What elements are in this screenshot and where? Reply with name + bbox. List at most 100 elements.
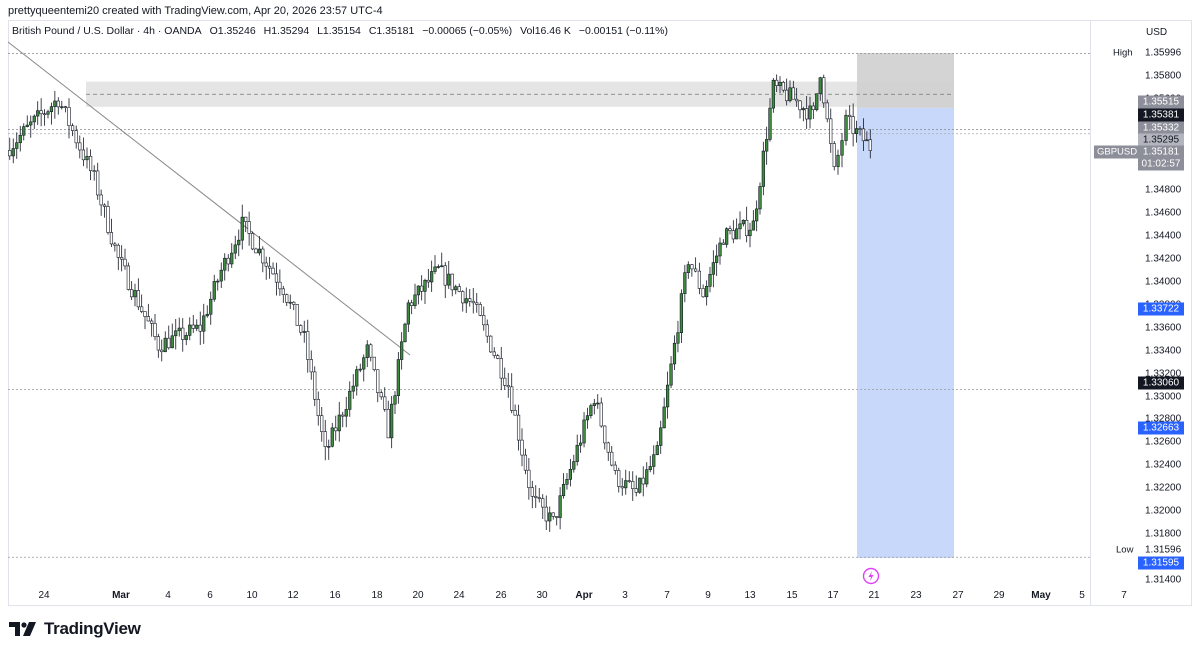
candle-body (156, 336, 160, 351)
price-tick-label: 1.33400 (1145, 345, 1182, 357)
time-tick-label: 7 (1121, 590, 1127, 601)
candle (745, 206, 749, 243)
candle (641, 466, 645, 497)
time-tick-label: 29 (993, 590, 1005, 601)
candle (403, 322, 407, 343)
tradingview-logo[interactable]: TradingView (9, 619, 141, 639)
candle-body (705, 285, 709, 298)
candle-body (237, 239, 241, 246)
candle (99, 189, 103, 216)
candle-body (457, 286, 461, 292)
candle (603, 425, 607, 450)
candle (63, 105, 67, 113)
candle (832, 141, 836, 171)
candle (765, 126, 769, 165)
candle-body (205, 313, 209, 317)
time-axis[interactable]: 24 Mar 4 6 10 12 16 18 20 24 26 30 Apr 3 7 9 13 15 17 21 23 2… (8, 590, 1126, 604)
currency-label[interactable]: USD (1146, 27, 1167, 38)
candle-body (344, 409, 348, 417)
volume-change-value: −0.00151 (−0.11%) (578, 25, 668, 37)
candle (672, 335, 677, 370)
candle (341, 411, 345, 428)
candle-body (67, 107, 71, 127)
candle (400, 332, 404, 370)
candle (146, 303, 150, 322)
candle-body (822, 77, 826, 104)
candle (393, 391, 397, 414)
candle-body (53, 100, 57, 107)
candle-body (153, 323, 157, 337)
candle-body (150, 320, 154, 324)
candle (344, 396, 348, 428)
candle (160, 339, 164, 362)
candle (163, 331, 167, 353)
candle-body (443, 265, 447, 286)
candle (413, 283, 417, 309)
price-tick-label: 1.31800 (1145, 528, 1182, 540)
candle-body (372, 356, 376, 371)
candle (71, 123, 75, 137)
candle (230, 243, 234, 268)
price-tick-label: 1.33000 (1145, 391, 1182, 402)
candle-body (718, 242, 722, 257)
candle-body (582, 419, 586, 444)
candle (85, 147, 89, 169)
candle (133, 283, 137, 307)
price-tick-label: 1.34000 (1145, 276, 1182, 288)
candle-body (49, 106, 54, 112)
price-tick-label: 1.34600 (1145, 207, 1182, 219)
candle (120, 245, 124, 272)
candle (606, 441, 610, 461)
candle-body (198, 324, 202, 332)
candle (306, 319, 310, 373)
candle-body (327, 445, 331, 448)
candle (323, 420, 327, 461)
candle (247, 211, 251, 246)
candle-body (271, 267, 275, 275)
candle (316, 391, 320, 426)
candle-body (376, 369, 380, 393)
lightning-icon[interactable] (862, 567, 880, 585)
candle-body (430, 271, 434, 283)
candle-body (316, 398, 320, 416)
candle (523, 448, 528, 475)
candle-body (32, 115, 36, 123)
candle-body (11, 148, 15, 157)
candle-body (606, 442, 610, 453)
candle-body (247, 221, 251, 234)
candle-body (825, 102, 829, 120)
change-value: −0.00065 (−0.05%) (422, 25, 513, 37)
candle-body (666, 384, 670, 408)
candle (634, 475, 638, 497)
candle-body (544, 506, 548, 522)
candle (32, 114, 36, 129)
candle-body (219, 269, 223, 282)
candle (638, 477, 642, 494)
candle (610, 445, 614, 467)
horizontal-line-tag: 1.33060 (1138, 376, 1184, 390)
candle (558, 487, 562, 530)
candle-body (99, 194, 103, 206)
candle (295, 304, 299, 326)
candle-body (133, 290, 137, 298)
candle-body (585, 415, 590, 421)
candle (167, 325, 171, 350)
candle-body (42, 113, 47, 116)
candle (679, 289, 683, 343)
candle-body (795, 98, 799, 102)
candle-body (109, 232, 114, 245)
candle (506, 372, 510, 398)
candle (492, 347, 496, 359)
price-chart[interactable] (0, 0, 1200, 651)
price-tick-label: 1.31400 (1145, 574, 1182, 586)
candle-body (295, 304, 299, 326)
candle-body (808, 105, 812, 120)
candle-body (461, 291, 465, 304)
candle (485, 319, 489, 343)
candle-body (761, 150, 765, 187)
candle-body (613, 464, 617, 471)
candle-body (341, 414, 345, 417)
candle-body (513, 410, 517, 416)
candle-body (725, 228, 729, 245)
candle (771, 78, 775, 113)
